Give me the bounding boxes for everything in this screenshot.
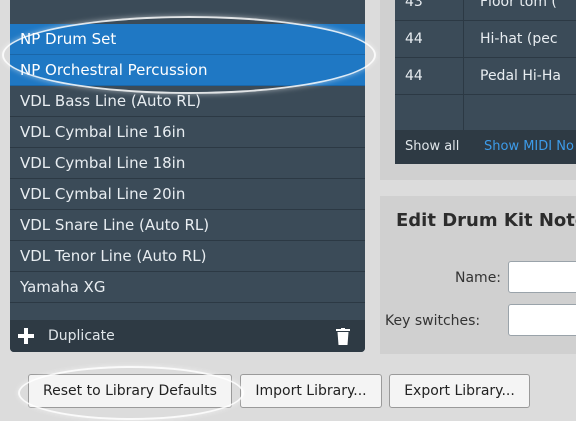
list-item-vdl-cymbal-20[interactable]: VDL Cymbal Line 20in: [10, 179, 365, 210]
key-switches-field[interactable]: [508, 304, 576, 336]
list-item-vdl-cymbal-16[interactable]: VDL Cymbal Line 16in: [10, 117, 365, 148]
notes-panel: 43 Floor tom ( 44 Hi-hat (pec 44 Pedal H…: [380, 0, 576, 180]
note-name: Hi-hat (pec: [480, 31, 558, 47]
list-footer: Duplicate: [10, 320, 365, 352]
duplicate-button[interactable]: Duplicate: [48, 320, 115, 352]
edit-panel-title: Edit Drum Kit Note: [396, 210, 576, 231]
list-item-vdl-tenor-line[interactable]: VDL Tenor Line (Auto RL): [10, 241, 365, 272]
export-library-button[interactable]: Export Library...: [389, 374, 530, 408]
note-number: 44: [405, 31, 423, 47]
list-item-vdl-cymbal-18[interactable]: VDL Cymbal Line 18in: [10, 148, 365, 179]
key-switches-label: Key switches:: [385, 313, 481, 329]
note-number: 43: [405, 0, 423, 10]
show-all-button[interactable]: Show all: [405, 130, 459, 164]
edit-drum-kit-note-panel: Edit Drum Kit Note Name: Key switches:: [380, 196, 576, 354]
plus-icon[interactable]: [18, 328, 34, 344]
table-row[interactable]: 43 Floor tom (: [395, 0, 576, 21]
table-row[interactable]: 44 Pedal Hi-Ha: [395, 58, 576, 95]
trash-icon[interactable]: [336, 328, 350, 345]
note-name: Floor tom (: [480, 0, 557, 10]
reset-to-library-defaults-button[interactable]: Reset to Library Defaults: [28, 374, 232, 408]
list-item-yamaha-xg[interactable]: Yamaha XG: [10, 272, 365, 303]
note-number: 44: [405, 68, 423, 84]
list-item-np-orchestral-percussion[interactable]: NP Orchestral Percussion: [10, 55, 365, 86]
table-footer: Show all Show MIDI No: [395, 130, 576, 164]
list-item-np-drum-set[interactable]: NP Drum Set: [10, 24, 365, 55]
note-name: Pedal Hi-Ha: [480, 68, 561, 84]
list-item-vdl-snare-line[interactable]: VDL Snare Line (Auto RL): [10, 210, 365, 241]
show-midi-notes-link[interactable]: Show MIDI No: [484, 130, 574, 164]
import-library-button[interactable]: Import Library...: [240, 374, 382, 408]
name-field[interactable]: [508, 261, 576, 293]
library-list: NP Drum Set NP Orchestral Percussion VDL…: [10, 0, 365, 352]
notes-table: 43 Floor tom ( 44 Hi-hat (pec 44 Pedal H…: [395, 0, 576, 130]
name-label: Name:: [455, 270, 502, 286]
list-item-vdl-bass-line[interactable]: VDL Bass Line (Auto RL): [10, 86, 365, 117]
table-row[interactable]: 44 Hi-hat (pec: [395, 21, 576, 58]
